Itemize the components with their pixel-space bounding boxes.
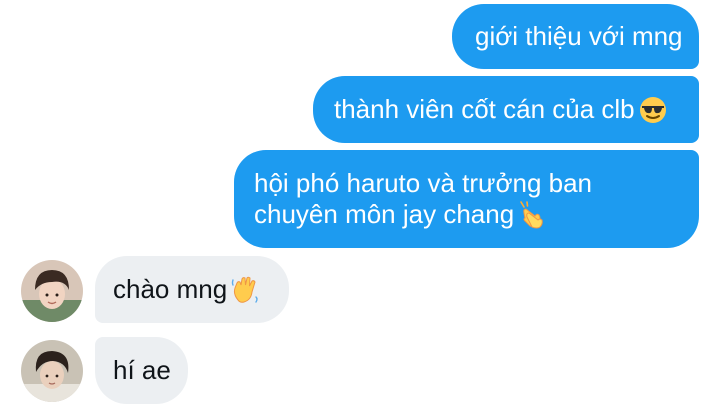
- avatar-jay-chang[interactable]: [21, 340, 83, 402]
- message-text: giới thiệu với mng: [475, 21, 683, 51]
- sent-message-bubble[interactable]: giới thiệu với mng: [452, 4, 699, 69]
- clapping-hands-emoji: [520, 201, 543, 229]
- message-text: chào mng: [113, 274, 228, 304]
- message-text: hí ae: [113, 355, 171, 385]
- received-message-bubble[interactable]: hí ae: [95, 337, 188, 404]
- waving-hand-emoji: [231, 276, 258, 303]
- sent-message-bubble[interactable]: thành viên cốt cán của clb: [313, 76, 699, 143]
- received-message-bubble[interactable]: chào mng: [95, 256, 289, 323]
- sunglasses-emoji: [639, 97, 666, 123]
- message-text: thành viên cốt cán của clb: [334, 94, 635, 124]
- sent-message-bubble[interactable]: hội phó haruto và trưởng ban chuyên môn …: [234, 150, 699, 248]
- message-text-line: chuyên môn jay chang: [254, 199, 515, 229]
- avatar-haruto[interactable]: [21, 260, 83, 322]
- message-text-line: hội phó haruto và trưởng ban: [254, 168, 593, 198]
